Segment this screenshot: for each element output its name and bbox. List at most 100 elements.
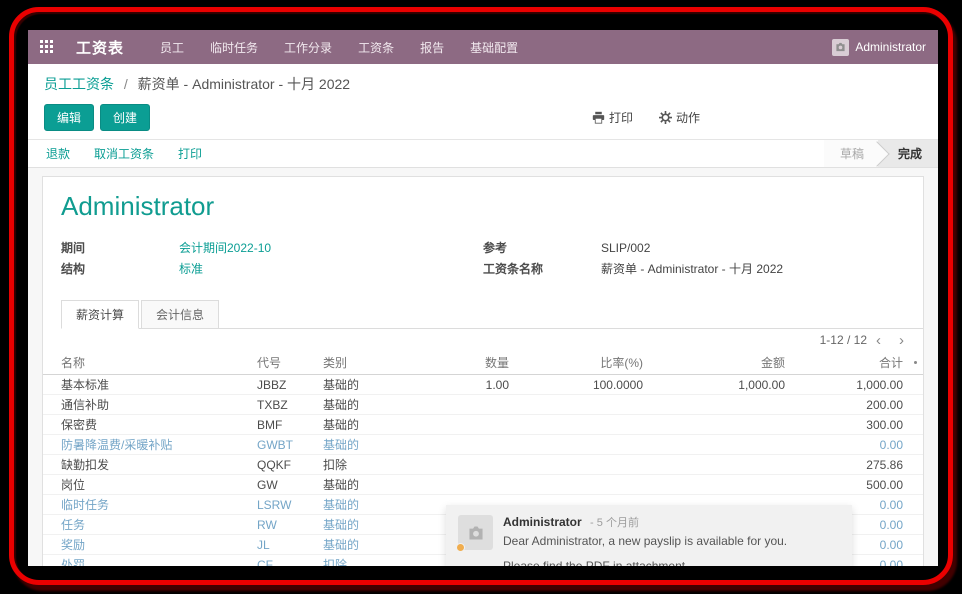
cancel-payslip-link[interactable]: 取消工资条 xyxy=(94,145,154,162)
cell-name: 任务 xyxy=(43,516,257,533)
cell-category: 基础的 xyxy=(323,496,389,513)
apps-grid-icon[interactable] xyxy=(40,40,55,55)
app-window: 工资表 员工 临时任务 工作分录 工资条 报告 基础配置 Administrat… xyxy=(28,30,938,566)
breadcrumb: 员工工资条 / 薪资单 - Administrator - 十月 2022 xyxy=(28,64,938,98)
message-author[interactable]: Administrator xyxy=(503,515,582,529)
cell-code: CF xyxy=(257,558,323,567)
message-time: - 5 个月前 xyxy=(590,517,639,529)
cell-name: 缺勤扣发 xyxy=(43,456,257,473)
table-row[interactable]: 通信补助 TXBZ 基础的 200.00 xyxy=(43,395,923,415)
cell-total: 275.86 xyxy=(789,458,907,472)
cell-total: 500.00 xyxy=(789,478,907,492)
nav-item-reports[interactable]: 报告 xyxy=(420,39,444,56)
cell-name: 岗位 xyxy=(43,476,257,493)
table-header-row: 名称 代号 类别 数量 比率(%) 金额 合计 xyxy=(43,351,923,375)
field-label-reference: 参考 xyxy=(483,238,601,259)
create-button[interactable]: 创建 xyxy=(100,104,150,131)
cell-total: 1,000.00 xyxy=(789,378,907,392)
field-label-period: 期间 xyxy=(61,238,179,259)
print-menu[interactable]: 打印 xyxy=(592,109,633,126)
cell-amount: 1,000.00 xyxy=(647,378,789,392)
pager-next-icon[interactable]: › xyxy=(890,332,913,349)
col-code: 代号 xyxy=(257,354,323,371)
breadcrumb-separator: / xyxy=(124,76,128,92)
cell-code: GWBT xyxy=(257,438,323,452)
pager-prev-icon[interactable]: ‹ xyxy=(867,332,890,349)
cell-category: 基础的 xyxy=(323,536,389,553)
control-panel-buttons: 编辑 创建 打印 动作 xyxy=(28,98,938,139)
breadcrumb-parent-link[interactable]: 员工工资条 xyxy=(44,76,114,92)
nav-item-work-entries[interactable]: 工作分录 xyxy=(284,39,332,56)
cell-quantity: 1.00 xyxy=(389,378,513,392)
col-name: 名称 xyxy=(43,354,257,371)
cell-code: JL xyxy=(257,538,323,552)
cell-name: 基本标准 xyxy=(43,376,257,393)
top-nav: 工资表 员工 临时任务 工作分录 工资条 报告 基础配置 Administrat… xyxy=(28,30,938,64)
cell-category: 基础的 xyxy=(323,516,389,533)
printer-icon xyxy=(592,111,605,124)
message-line: Please find the PDF in attachment. xyxy=(503,559,840,566)
cell-category: 扣除 xyxy=(323,556,389,566)
message-avatar-icon xyxy=(458,515,493,550)
stage-draft[interactable]: 草稿 xyxy=(824,140,878,167)
table-row[interactable]: 防暑降温费/采暖补贴 GWBT 基础的 0.00 xyxy=(43,435,923,455)
field-value-reference: SLIP/002 xyxy=(601,238,650,259)
field-value-period[interactable]: 会计期间2022-10 xyxy=(179,238,271,259)
cell-code: GW xyxy=(257,478,323,492)
cell-category: 基础的 xyxy=(323,396,389,413)
user-name: Administrator xyxy=(855,40,926,54)
cell-code: LSRW xyxy=(257,498,323,512)
tab-salary-computation[interactable]: 薪资计算 xyxy=(61,300,139,329)
cell-name: 防暑降温费/采暖补贴 xyxy=(43,436,257,453)
chatter-message: Administrator - 5 个月前 Dear Administrator… xyxy=(446,513,852,566)
pager-range: 1-12 / 12 xyxy=(820,333,867,347)
pager: 1-12 / 12 ‹ › xyxy=(43,329,923,351)
misc-actions: 打印 动作 xyxy=(566,109,700,126)
refund-link[interactable]: 退款 xyxy=(46,145,70,162)
nav-item-employees[interactable]: 员工 xyxy=(160,39,184,56)
col-category: 类别 xyxy=(323,354,389,371)
field-label-structure: 结构 xyxy=(61,259,179,280)
cell-category: 基础的 xyxy=(323,376,389,393)
cell-code: RW xyxy=(257,518,323,532)
online-status-dot xyxy=(456,543,465,552)
cell-code: BMF xyxy=(257,418,323,432)
content-area: Administrator 期间 会计期间2022-10 结构 标准 参考 xyxy=(28,168,938,566)
breadcrumb-current: 薪资单 - Administrator - 十月 2022 xyxy=(138,76,350,92)
user-menu[interactable]: Administrator xyxy=(832,39,926,56)
cell-name: 通信补助 xyxy=(43,396,257,413)
nav-item-configuration[interactable]: 基础配置 xyxy=(470,39,518,56)
tab-accounting-info[interactable]: 会计信息 xyxy=(141,300,219,328)
col-quantity: 数量 xyxy=(389,354,513,371)
cell-code: JBBZ xyxy=(257,378,323,392)
gear-icon xyxy=(659,111,672,124)
print-link[interactable]: 打印 xyxy=(178,145,202,162)
app-title[interactable]: 工资表 xyxy=(76,37,124,58)
table-row[interactable]: 保密费 BMF 基础的 300.00 xyxy=(43,415,923,435)
table-options-icon[interactable] xyxy=(907,361,923,364)
cell-name: 保密费 xyxy=(43,416,257,433)
cell-total: 0.00 xyxy=(789,438,907,452)
cell-rate: 100.0000 xyxy=(513,378,647,392)
cell-code: TXBZ xyxy=(257,398,323,412)
col-amount: 金额 xyxy=(647,354,789,371)
col-rate: 比率(%) xyxy=(513,354,647,371)
nav-menu: 员工 临时任务 工作分录 工资条 报告 基础配置 xyxy=(160,39,544,56)
table-row[interactable]: 岗位 GW 基础的 500.00 xyxy=(43,475,923,495)
workflow-bar: 退款 取消工资条 打印 草稿 完成 xyxy=(28,139,938,168)
nav-item-payslips[interactable]: 工资条 xyxy=(358,39,394,56)
cell-name: 临时任务 xyxy=(43,496,257,513)
cell-code: QQKF xyxy=(257,458,323,472)
field-value-structure[interactable]: 标准 xyxy=(179,259,203,280)
cell-name: 处罚 xyxy=(43,556,257,566)
col-total: 合计 xyxy=(789,354,907,371)
status-bar: 草稿 完成 xyxy=(824,140,938,167)
table-row[interactable]: 缺勤扣发 QQKF 扣除 275.86 xyxy=(43,455,923,475)
action-menu[interactable]: 动作 xyxy=(659,109,700,126)
cell-category: 基础的 xyxy=(323,476,389,493)
nav-item-temp-tasks[interactable]: 临时任务 xyxy=(210,39,258,56)
message-line: Dear Administrator, a new payslip is ava… xyxy=(503,534,840,549)
table-row[interactable]: 基本标准 JBBZ 基础的 1.00 100.0000 1,000.00 1,0… xyxy=(43,375,923,395)
notebook-tabs: 薪资计算 会计信息 xyxy=(61,300,923,329)
edit-button[interactable]: 编辑 xyxy=(44,104,94,131)
